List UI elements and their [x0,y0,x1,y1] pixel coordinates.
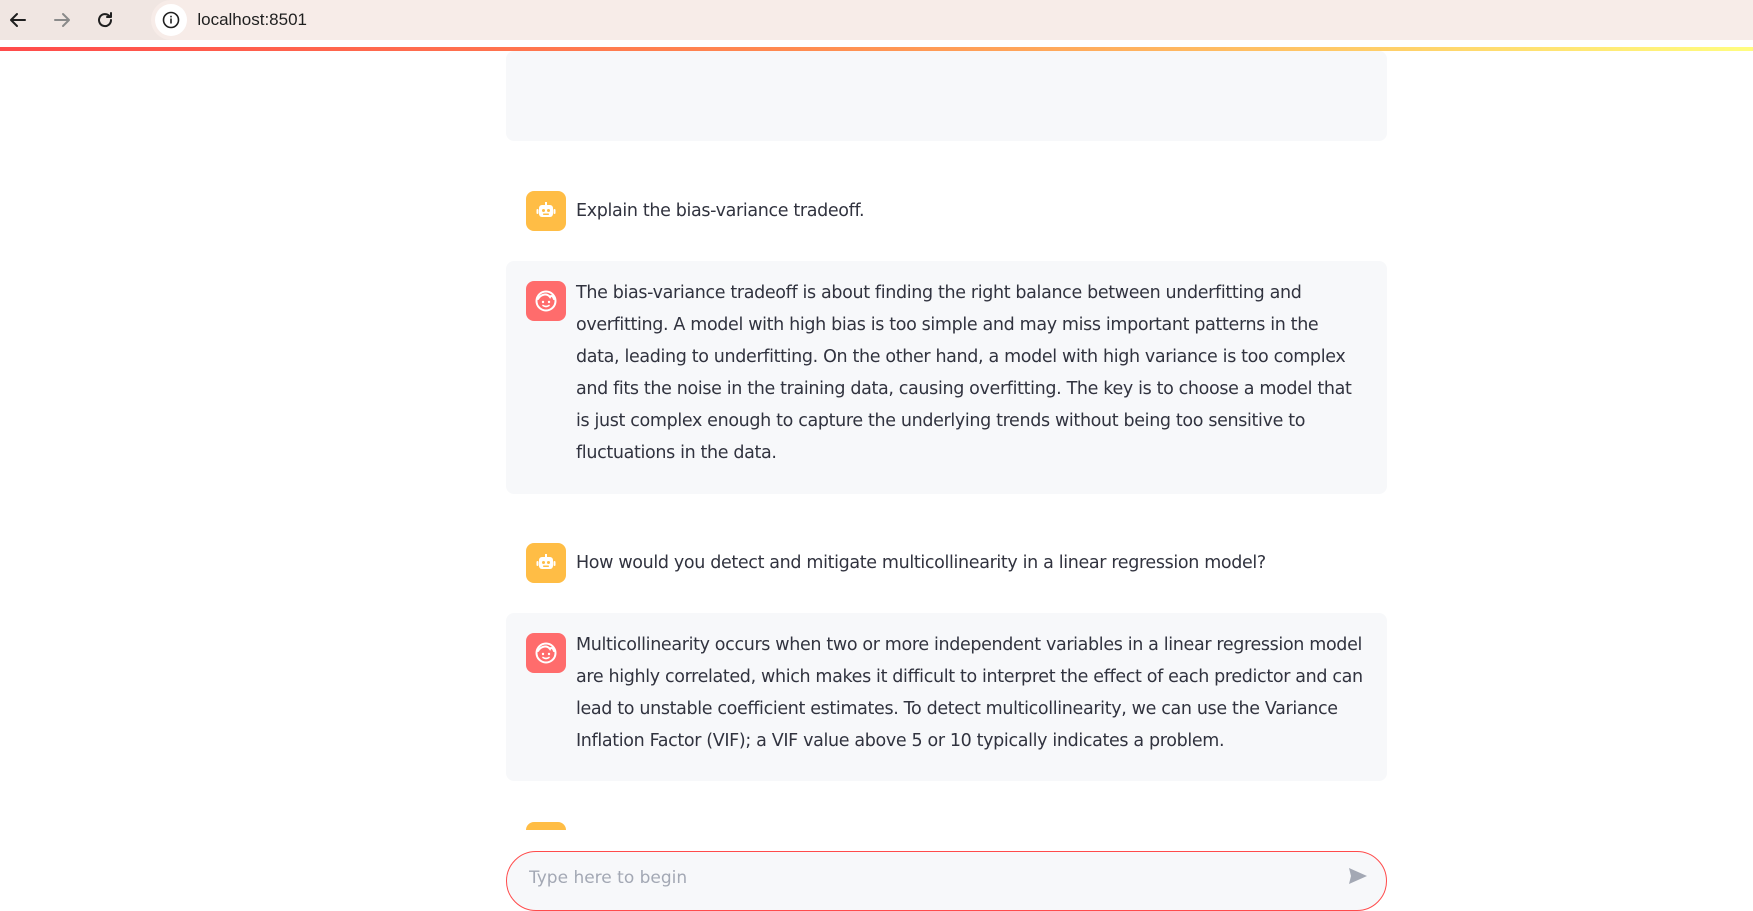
face-icon [535,290,557,312]
message-text: Multicollinearity occurs when two or mor… [576,635,1363,751]
send-icon[interactable] [1346,864,1370,888]
message-text: The bias-variance tradeoff is about find… [576,283,1352,463]
bot-avatar [526,191,566,231]
chat-message-bot: How would you detect and mitigate multic… [506,528,1387,598]
bot-avatar [526,543,566,583]
chat-input[interactable] [527,862,1311,894]
forward-button[interactable] [46,4,78,36]
back-button[interactable] [2,4,34,36]
chat-input-box[interactable] [506,851,1387,911]
message-text: Explain the bias-variance tradeoff. [576,201,865,221]
robot-icon [536,554,556,569]
site-info-button[interactable] [155,4,188,36]
browser-toolbar: localhost:8501 [0,0,1753,40]
chat-container: Explain the bias-variance tradeoff. The … [506,51,1387,871]
robot-icon [536,202,556,217]
reload-icon [98,12,113,28]
face-icon [535,642,557,664]
chat-message-user: The bias-variance tradeoff is about find… [506,261,1387,494]
message-text: How would you detect and mitigate multic… [576,553,1266,573]
url-text[interactable]: localhost:8501 [197,10,307,30]
user-avatar [526,281,566,321]
previous-message-tail [506,51,1387,141]
chat-message-user: Multicollinearity occurs when two or mor… [506,613,1387,781]
reload-button[interactable] [90,4,122,36]
arrow-right-icon [53,13,70,27]
chat-message-bot: Explain the bias-variance tradeoff. [506,176,1387,246]
info-icon [163,11,180,29]
arrow-left-icon [9,13,26,27]
bot-avatar-partial [526,822,566,830]
user-avatar [526,633,566,673]
address-bar[interactable]: localhost:8501 [151,0,1753,40]
